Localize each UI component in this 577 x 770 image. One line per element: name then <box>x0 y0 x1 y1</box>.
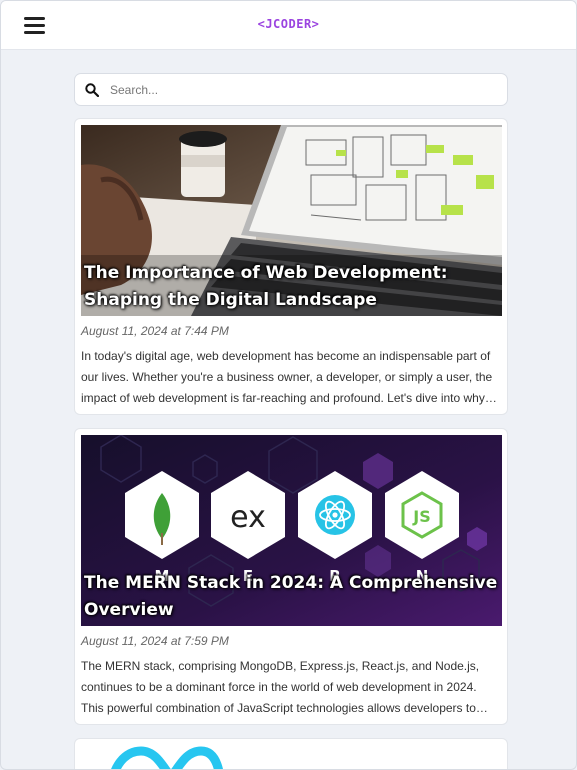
search-input[interactable] <box>110 80 490 100</box>
post-excerpt: In today's digital age, web development … <box>81 349 493 405</box>
svg-text:JS: JS <box>412 507 430 526</box>
meta-logo-partial <box>81 745 502 769</box>
app-window: <JCODER> Search... The Importance of Web… <box>0 0 577 770</box>
search-bar <box>74 73 508 106</box>
post-image[interactable]: The Importance of Web Development: Shapi… <box>81 125 502 316</box>
post-title[interactable]: The MERN Stack in 2024: A Comprehensive … <box>84 570 499 624</box>
post-image[interactable]: ex JS M E R N The MERN Stack in 2024: A … <box>81 435 502 626</box>
search-icon[interactable] <box>85 83 99 97</box>
post-title[interactable]: The Importance of Web Development: Shapi… <box>84 260 499 314</box>
post-excerpt: The MERN stack, comprising MongoDB, Expr… <box>81 659 480 715</box>
post-card[interactable]: The Importance of Web Development: Shapi… <box>74 118 508 415</box>
top-navbar: <JCODER> <box>1 1 576 50</box>
express-logo-text: ex <box>230 500 266 535</box>
post-image[interactable] <box>81 745 502 769</box>
brand-logo[interactable]: <JCODER> <box>1 17 576 31</box>
post-date: August 11, 2024 at 7:59 PM <box>81 634 229 648</box>
post-date: August 11, 2024 at 7:44 PM <box>81 324 229 338</box>
post-card[interactable] <box>74 738 508 769</box>
post-card[interactable]: ex JS M E R N The MERN Stack in 2024: A … <box>74 428 508 725</box>
